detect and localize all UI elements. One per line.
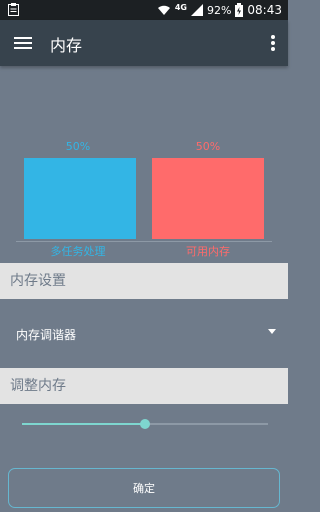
network-type-label: 4G [174, 2, 187, 12]
battery-icon [235, 3, 244, 17]
chart-baseline [16, 241, 272, 242]
wifi-icon [157, 5, 170, 15]
app-bar: 内存 [0, 20, 288, 66]
adjust-memory-header: 调整内存 [0, 368, 288, 404]
dropdown-arrow-icon [268, 329, 276, 334]
clock: 08:43 [247, 3, 282, 17]
slider-fill [22, 423, 145, 425]
menu-icon[interactable] [14, 34, 32, 52]
clipboard-icon [8, 3, 19, 16]
memory-slider[interactable] [22, 416, 268, 432]
category-label-available: 可用内存 [186, 245, 230, 258]
memory-settings-header: 内存设置 [0, 263, 288, 299]
spinner-selected-value: 内存调谐器 [16, 328, 77, 342]
confirm-button[interactable]: 确定 [8, 468, 280, 508]
page-title: 内存 [50, 36, 83, 55]
status-bar: 4G 92% 08:43 [0, 0, 288, 20]
battery-percent: 92% [206, 3, 232, 17]
memory-bar-chart: 50% 50% 多任务处理 可用内存 [0, 135, 288, 260]
bar-value-label-available: 50% [195, 140, 221, 153]
bar-available [152, 158, 264, 239]
slider-thumb[interactable] [140, 419, 150, 429]
bar-multitask [24, 158, 136, 239]
category-label-multitask: 多任务处理 [50, 245, 106, 258]
memory-tuner-spinner[interactable]: 内存调谐器 [0, 318, 288, 348]
more-vert-icon[interactable] [270, 34, 276, 52]
signal-icon [190, 4, 203, 16]
bar-value-label-multitask: 50% [65, 140, 91, 153]
